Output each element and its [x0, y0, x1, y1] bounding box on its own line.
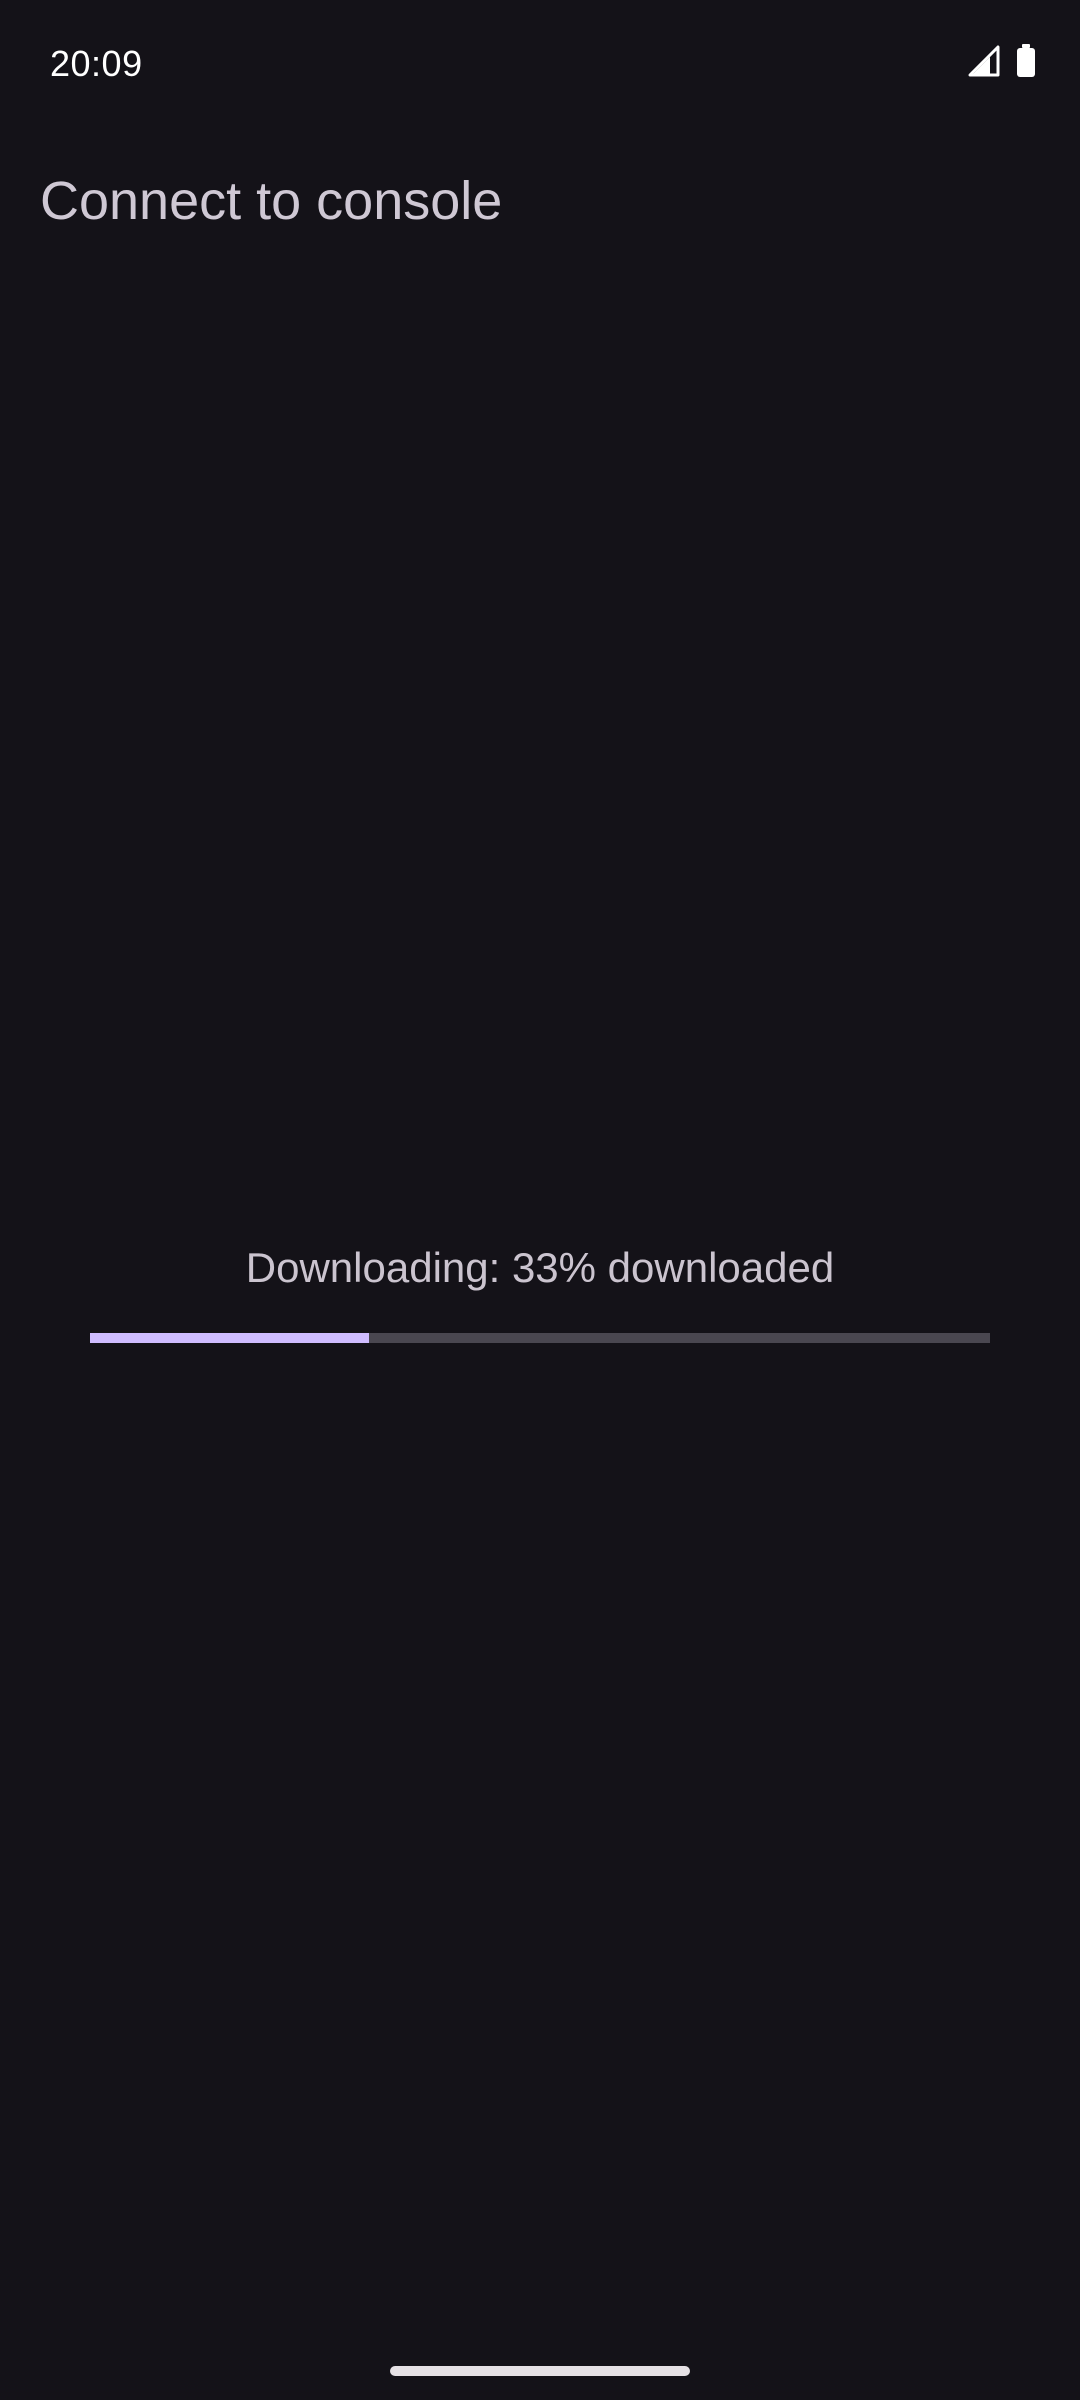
- page-title: Connect to console: [40, 171, 503, 231]
- status-time: 20:09: [50, 43, 143, 84]
- download-status-text: Downloading: 33% downloaded: [245, 1244, 835, 1291]
- status-bar: 20:09: [0, 0, 1080, 126]
- home-indicator[interactable]: [390, 2366, 690, 2376]
- battery-icon: [1016, 44, 1036, 78]
- status-icons: [968, 44, 1036, 78]
- cellular-signal-icon: [968, 45, 1000, 77]
- screen: 20:09 Connect to console Downloading: 33…: [0, 0, 1080, 2400]
- download-progress-fill: [90, 1333, 369, 1343]
- download-progress-bar: [90, 1333, 990, 1343]
